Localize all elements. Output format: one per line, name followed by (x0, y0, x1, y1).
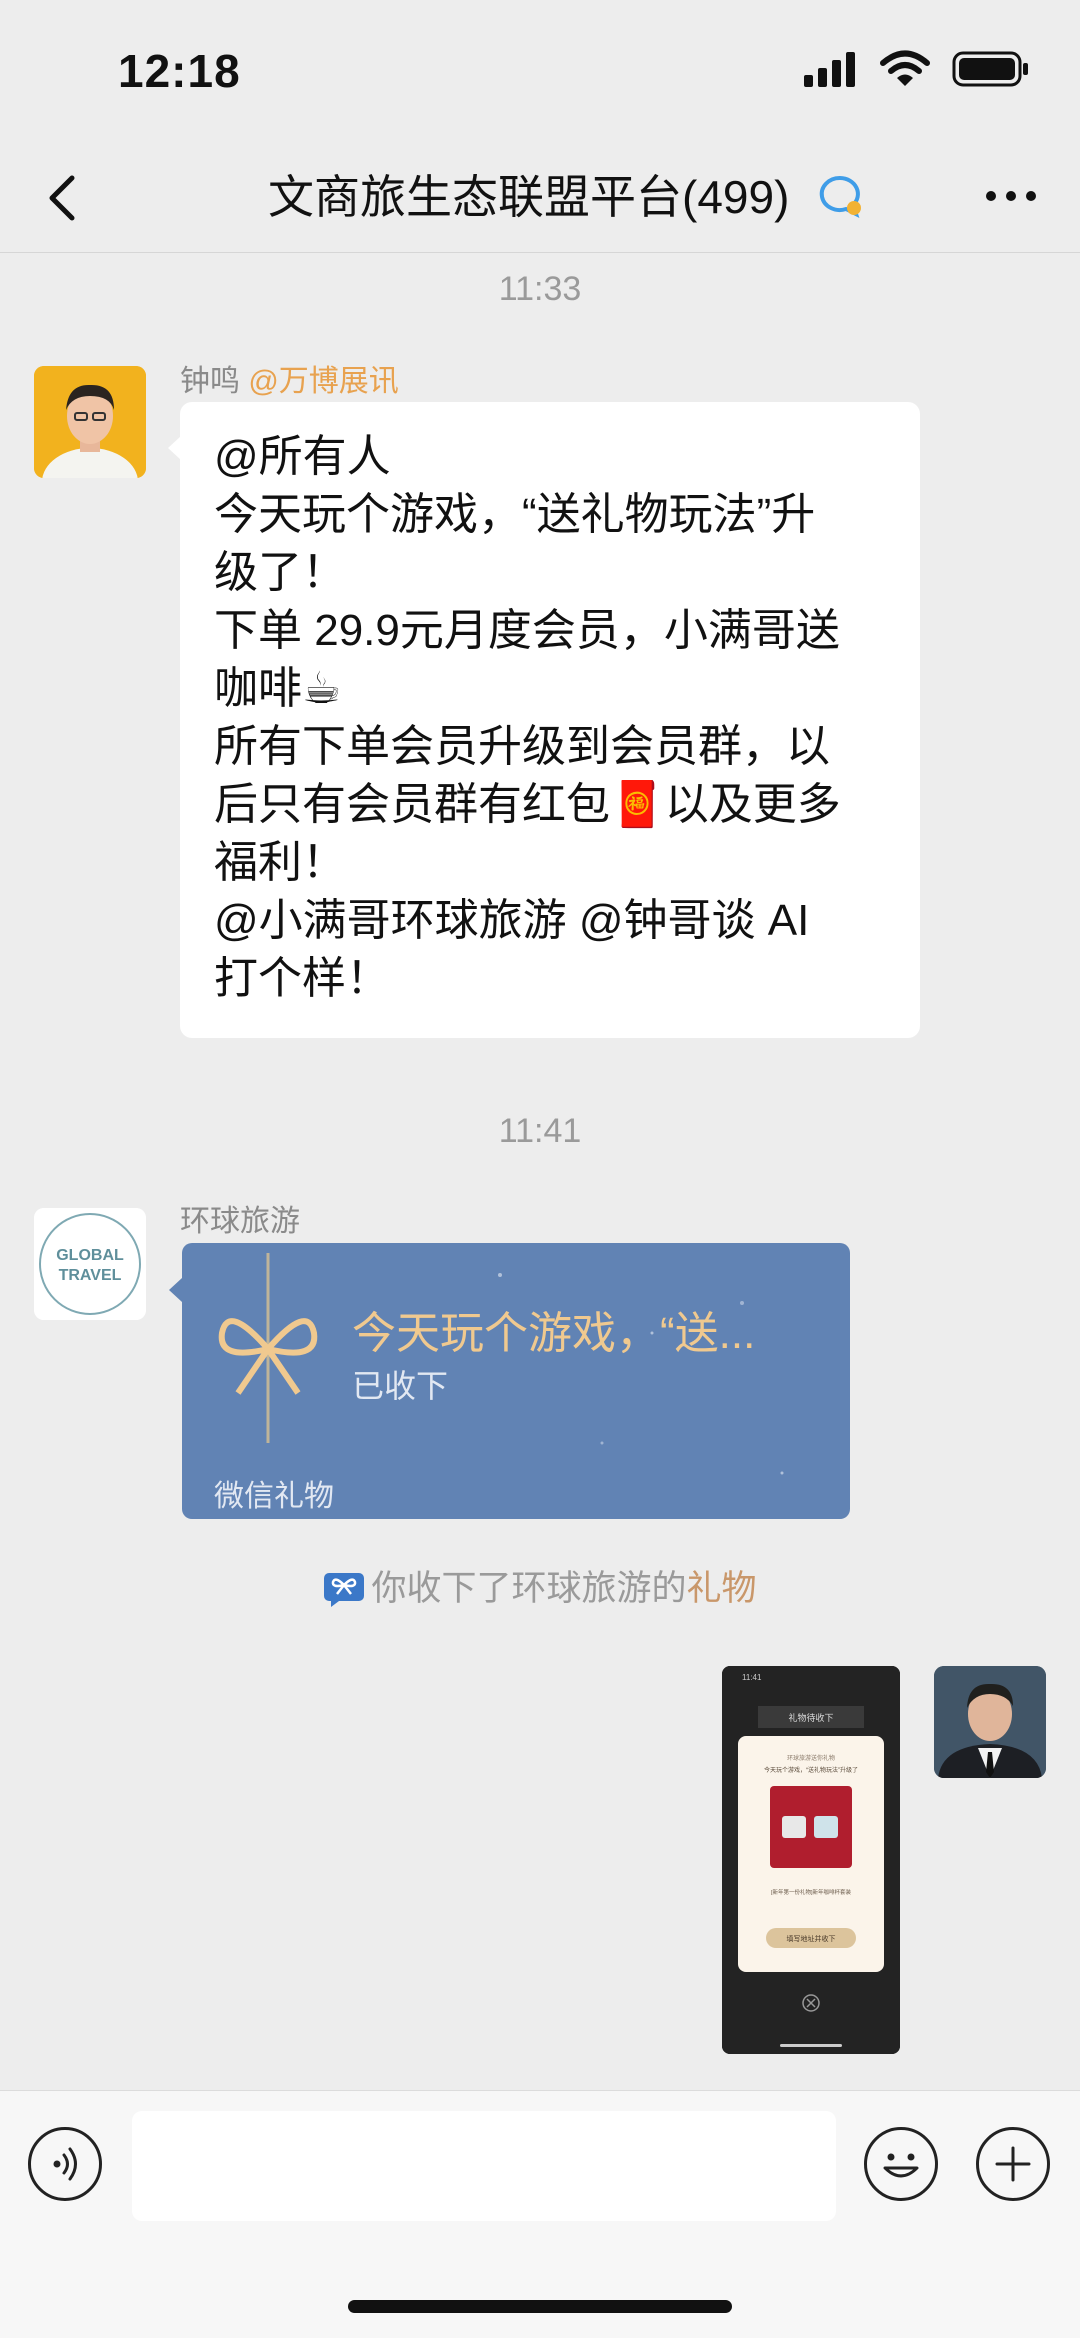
gift-title: 今天玩个游戏，“送... (352, 1309, 756, 1358)
message-line: 咖啡☕ (214, 664, 342, 713)
gift-footer: 微信礼物 (214, 1480, 334, 1513)
voice-button[interactable] (28, 2127, 102, 2201)
message-line: 所有下单会员升级到会员群，以 (214, 722, 830, 771)
wifi-icon (880, 50, 930, 86)
emoji-icon (883, 2153, 919, 2178)
avatar-zhongming[interactable] (34, 366, 146, 478)
message-bubble[interactable]: @所有人 今天玩个游戏，“送礼物玩法”升 级了！ 下单 29.9元月度会员，小满… (180, 402, 920, 1038)
group-chat-icon (819, 175, 861, 218)
person-avatar-icon (934, 1666, 1046, 1778)
preview-time: 11:41 (742, 1673, 762, 1682)
message-input[interactable] (132, 2111, 836, 2221)
chat-header: 文商旅生态联盟平台(499) (0, 140, 1080, 253)
timestamp: 11:33 (498, 270, 582, 308)
screenshot-preview: 11:41 礼物待收下 环球旅游送你礼物 今天玩个游戏，“送礼物玩法”升级了 [… (722, 1666, 900, 2054)
system-notice: 你收下了环球旅游的礼物 (0, 1560, 1080, 1611)
message-line: 打个样！ (214, 954, 390, 1003)
sender-name-text: 钟鸣 (180, 365, 240, 398)
message-line: @所有人 (214, 432, 391, 481)
signal-icon (804, 52, 855, 87)
sender-name: 环球旅游 (180, 1205, 300, 1238)
preview-button: 填写地址并收下 (787, 1934, 836, 1943)
logo-text-1: GLOBAL (56, 1247, 124, 1264)
back-icon[interactable] (36, 162, 96, 232)
gift-notice-icon (324, 1573, 365, 1607)
notice-text: 你收下了环球旅游的 (371, 1569, 687, 1608)
message-line: 下单 29.9元月度会员，小满哥送 (214, 606, 840, 655)
message-line: 今天玩个游戏，“送礼物玩法”升 (214, 490, 816, 539)
message-line: @小满哥环球旅游 @钟哥谈 AI (214, 896, 810, 945)
preview-line-2: 今天玩个游戏，“送礼物玩法”升级了 (764, 1766, 858, 1774)
preview-line-1: 环球旅游送你礼物 (787, 1754, 835, 1762)
more-icon[interactable] (976, 166, 1046, 226)
timestamp: 11:41 (498, 1112, 582, 1150)
emoji-button[interactable] (864, 2127, 938, 2201)
sender-name: 钟鸣 @万博展讯 (180, 356, 399, 400)
preview-header: 礼物待收下 (788, 1712, 833, 1723)
person-avatar-icon (34, 366, 146, 478)
avatar-global-travel[interactable]: GLOBAL TRAVEL (34, 1208, 146, 1320)
battery-icon (952, 51, 1028, 87)
preview-caption: [新年第一份礼物]新年咖啡杯套装 (771, 1888, 852, 1896)
chat-title: 文商旅生态联盟平台(499) (268, 171, 790, 223)
home-indicator (348, 2300, 732, 2313)
bubble-tail (169, 1278, 182, 1302)
sent-screenshot-image[interactable]: 11:41 礼物待收下 环球旅游送你礼物 今天玩个游戏，“送礼物玩法”升级了 [… (722, 1666, 900, 2054)
logo-text-2: TRAVEL (59, 1267, 122, 1284)
status-time: 12:18 (118, 45, 241, 97)
more-functions-button[interactable] (976, 2127, 1050, 2201)
voice-icon (53, 2147, 77, 2181)
gift-card[interactable]: 今天玩个游戏，“送... 已收下 微信礼物 (182, 1243, 850, 1519)
message-line: 级了！ (214, 548, 346, 597)
message-line: 福利！ (214, 838, 346, 887)
plus-icon (995, 2146, 1031, 2182)
status-bar: 12:18 (0, 0, 1080, 140)
global-travel-logo: GLOBAL TRAVEL (34, 1208, 146, 1320)
gift-status: 已收下 (352, 1368, 449, 1404)
notice-gift-link[interactable]: 礼物 (687, 1569, 757, 1608)
status-icons (804, 50, 1030, 88)
message-line: 后只有会员群有红包🧧以及更多 (214, 780, 841, 829)
sender-mention[interactable]: @万博展讯 (248, 365, 398, 398)
avatar-self[interactable] (934, 1666, 1046, 1778)
